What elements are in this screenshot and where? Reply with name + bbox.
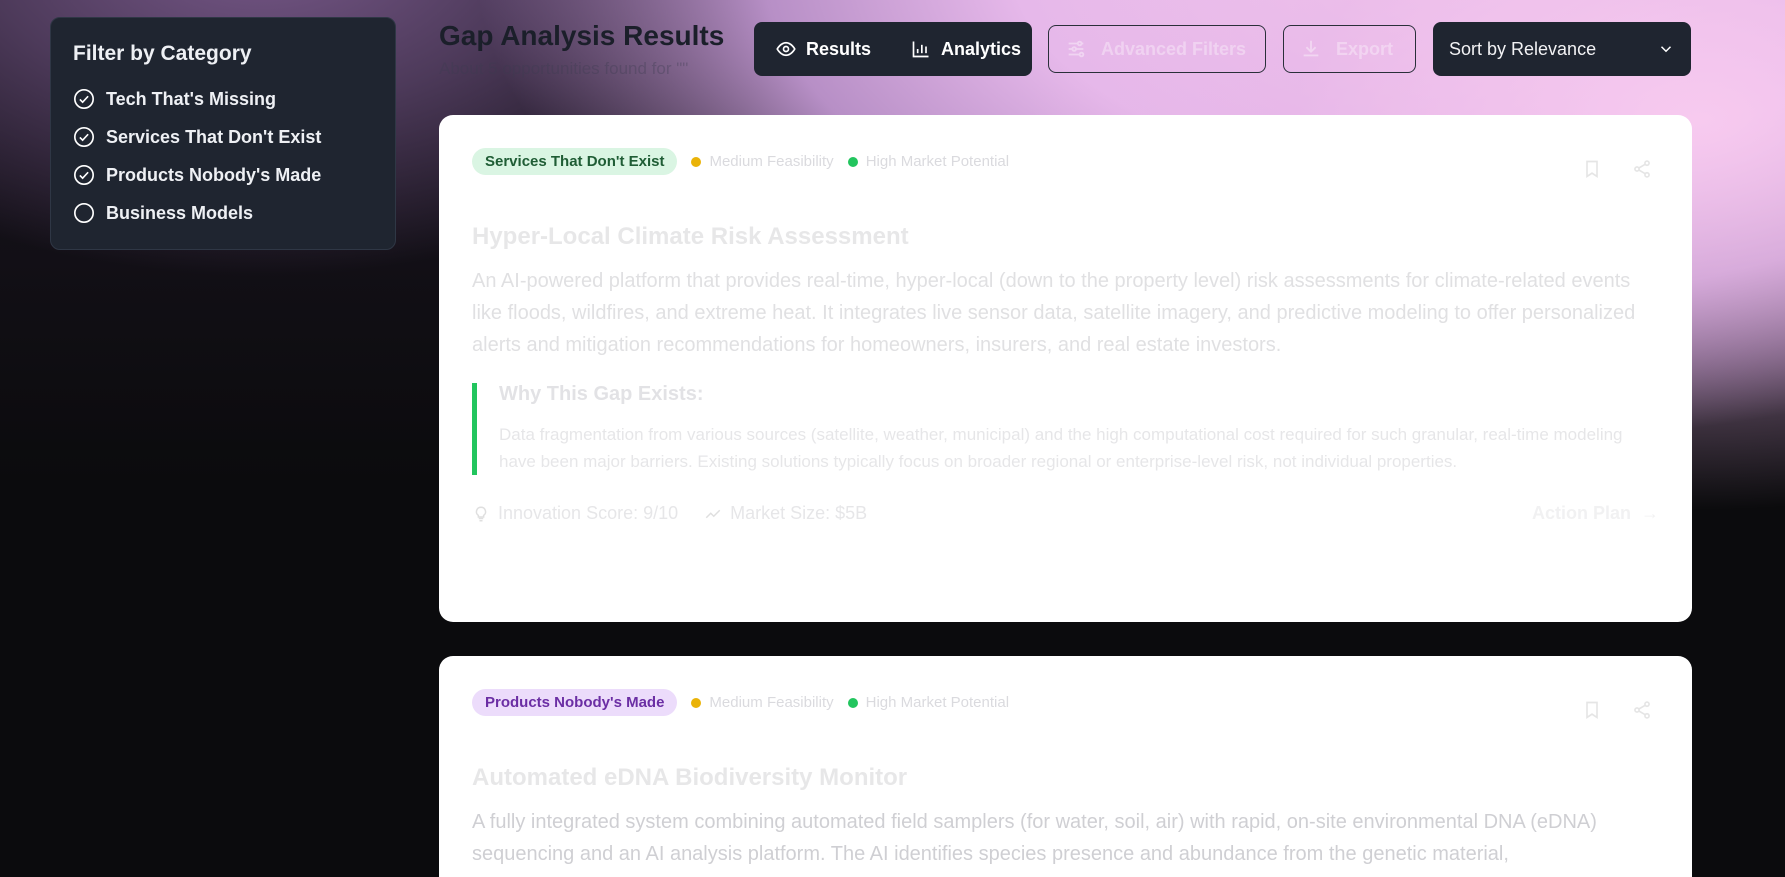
bar-chart-icon [912,41,929,58]
empty-circle-icon [74,203,94,223]
category-tag: Services That Don't Exist [472,148,678,175]
market-potential-badge: High Market Potential [847,153,1010,170]
share-icon[interactable] [1632,700,1652,720]
arrow-right-icon: → [1641,503,1659,523]
opportunity-card: Products Nobody's Made Medium Feasibilit… [439,656,1692,877]
category-tag: Products Nobody's Made [472,689,678,716]
check-circle-icon [74,165,94,185]
category-filter-panel: Filter by Category Tech That's Missing S… [50,17,396,250]
results-count: About 5 opportunities found for "" [439,59,689,78]
innovation-score-label: Innovation Score: 9/10 [498,503,679,523]
bookmark-icon[interactable] [1582,700,1602,720]
results-tab-label: Results [806,38,872,59]
market-potential-label: High Market Potential [865,153,1010,170]
feasibility-dot [691,697,702,708]
action-plan-link[interactable]: Action Plan → [1532,503,1659,524]
sort-label: Sort by Relevance [1449,38,1597,59]
analytics-tab-label: Analytics [941,38,1022,59]
analytics-tab-button[interactable]: Analytics [901,31,1031,68]
card-description: A fully integrated system combining auto… [472,811,1597,865]
card-stats: Innovation Score: 9/10 Market Size: $5B … [472,503,1659,524]
feasibility-dot [691,156,702,167]
innovation-score: Innovation Score: 9/10 [472,503,678,524]
market-potential-label: High Market Potential [865,694,1010,711]
check-circle-icon [74,89,94,109]
eye-icon [776,41,796,57]
why-gap-text: Data fragmentation from various sources … [499,425,1623,471]
advanced-filters-button[interactable]: Advanced Filters [1048,25,1266,73]
market-size: Market Size: $5B [704,503,867,524]
feasibility-label: Medium Feasibility [709,694,834,711]
category-label: Tech That's Missing [106,88,276,109]
category-label: Products Nobody's Made [106,164,322,185]
lightbulb-icon [475,505,487,521]
advanced-filters-label: Advanced Filters [1101,38,1247,59]
filter-panel-title: Filter by Category [73,42,252,65]
card-description: An AI-powered platform that provides rea… [472,270,1636,356]
opportunity-card: Services That Don't Exist Medium Feasibi… [439,115,1692,622]
market-size-label: Market Size: $5B [730,503,868,523]
card-title: Automated eDNA Biodiversity Monitor [472,764,908,791]
chevron-down-icon [1660,46,1672,53]
bookmark-icon[interactable] [1582,159,1602,179]
category-business-models[interactable]: Business Models [73,194,373,232]
export-label: Export [1336,38,1394,59]
feasibility-label: Medium Feasibility [709,153,834,170]
why-gap-exists-section: Why This Gap Exists: Data fragmentation … [472,383,1659,475]
trend-icon [705,509,721,518]
category-tech-missing[interactable]: Tech That's Missing [73,80,373,118]
sliders-icon [1068,40,1085,58]
market-dot [847,156,858,167]
category-products-nobody-made[interactable]: Products Nobody's Made [73,156,373,194]
export-button[interactable]: Export [1283,25,1416,73]
category-services-dont-exist[interactable]: Services That Don't Exist [73,118,373,156]
market-potential-badge: High Market Potential [847,694,1010,711]
share-icon[interactable] [1632,159,1652,179]
category-label: Business Models [106,202,254,223]
feasibility-badge: Medium Feasibility [691,153,834,170]
results-tab-button[interactable]: Results [766,31,881,68]
card-title: Hyper-Local Climate Risk Assessment [472,223,909,250]
action-plan-label: Action Plan [1531,503,1631,523]
download-icon [1303,40,1319,57]
why-gap-title: Why This Gap Exists: [499,383,704,405]
sort-dropdown[interactable]: Sort by Relevance [1433,22,1691,76]
page-title: Gap Analysis Results [439,20,725,51]
market-dot [847,697,858,708]
view-toggle: Results Analytics [754,22,1032,76]
category-label: Services That Don't Exist [106,126,322,147]
check-circle-icon [74,127,94,147]
feasibility-badge: Medium Feasibility [691,694,834,711]
